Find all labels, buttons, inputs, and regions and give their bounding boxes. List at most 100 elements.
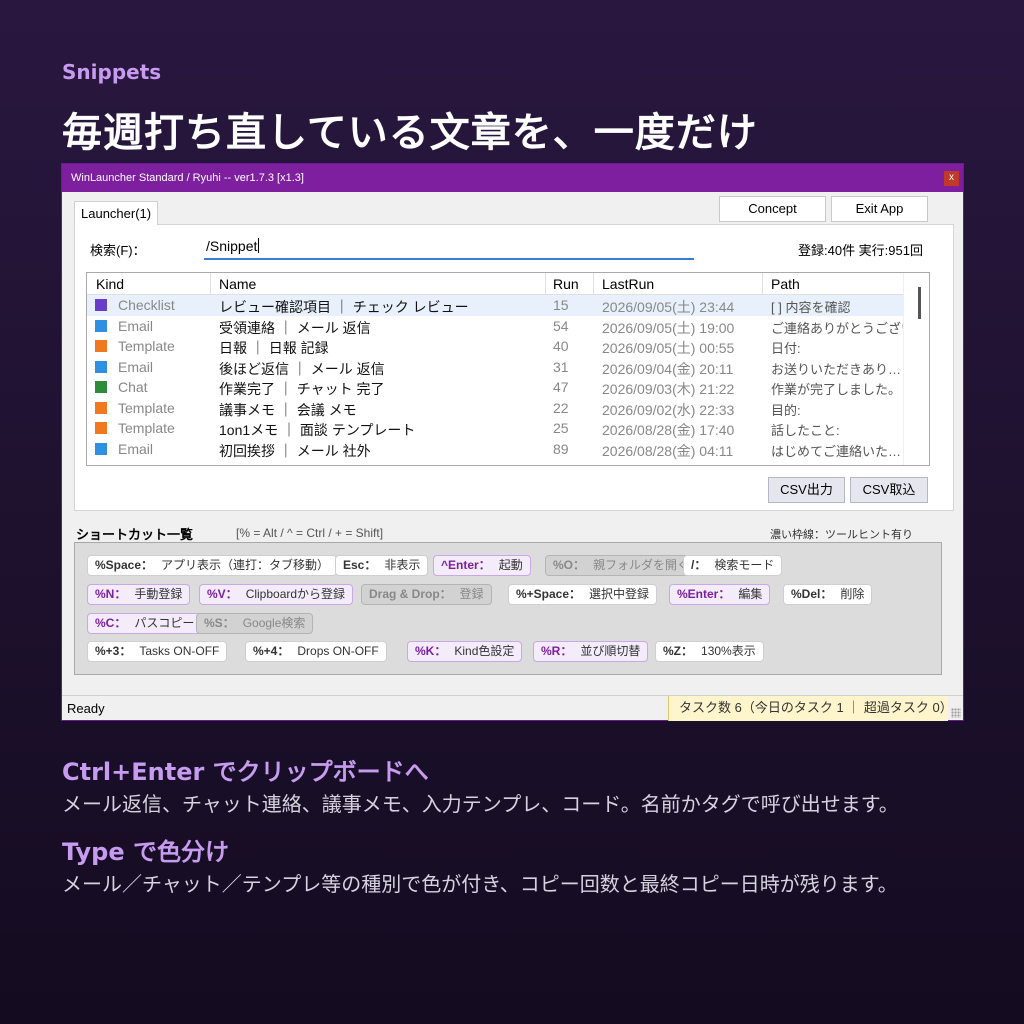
window-title: WinLauncher Standard / Ryuhi -- ver1.7.3… — [71, 172, 304, 184]
shortcuts-legend: [% = Alt / ^ = Ctrl / + = Shift] — [236, 526, 384, 540]
resize-grip-icon[interactable] — [951, 708, 961, 718]
shortcut-chip[interactable]: %K： Kind色設定 — [407, 641, 523, 662]
cell-lastrun: 2026/09/05(土) 19:00 — [602, 319, 735, 336]
cell-run: 54 — [553, 317, 569, 334]
shortcut-chip[interactable]: %Enter： 編集 — [669, 584, 771, 605]
csv-import-button[interactable]: CSV取込 — [850, 477, 928, 503]
shortcut-key: %O： — [553, 558, 586, 572]
shortcut-chip[interactable]: %Space： アプリ表示（連打：タブ移動） — [87, 555, 338, 576]
shortcut-description: Clipboardから登録 — [245, 587, 346, 601]
shortcut-chip[interactable]: %R： 並び順切替 — [533, 641, 649, 662]
shortcut-chip[interactable]: %Del： 削除 — [783, 584, 873, 605]
shortcut-chip[interactable]: %+4： Drops ON-OFF — [245, 641, 387, 662]
headline: 毎週打ち直している文章を、一度だけ — [62, 110, 758, 156]
shortcut-key: %+4： — [253, 644, 290, 658]
cell-run: 31 — [553, 358, 569, 375]
kind-color-swatch — [95, 422, 107, 434]
cell-kind: Email — [118, 440, 154, 457]
shortcut-description: Google検索 — [242, 616, 306, 630]
column-name[interactable]: Name — [219, 276, 256, 292]
table-row[interactable]: Template 議事メモ ｜ 会議 メモ 22 2026/09/02(水) 22:3… — [87, 398, 904, 419]
shortcut-chip[interactable]: %V： Clipboardから登録 — [199, 584, 354, 605]
task-status[interactable]: タスク数 6（今日のタスク 1 ｜ 超過タスク 0） — [668, 696, 953, 721]
cell-path: ご連絡ありがとうございま — [771, 320, 903, 336]
table-row[interactable]: Email 受領連絡 ｜ メール 返信 54 2026/09/05(土) 19:00 ご… — [87, 316, 904, 337]
shortcut-chip[interactable]: Esc： 非表示 — [335, 555, 429, 576]
kind-color-swatch — [95, 401, 107, 414]
shortcut-description: 並び順切替 — [580, 644, 641, 658]
cell-run: 89 — [553, 440, 569, 457]
cell-path: 目的: — [771, 402, 801, 418]
snippet-list[interactable]: Kind Name Run LastRun Path Checklist レビュー… — [86, 272, 930, 466]
shortcut-chip[interactable]: %N： 手動登録 — [87, 584, 191, 605]
search-input[interactable]: /Snippet — [204, 234, 694, 260]
scrollbar[interactable] — [903, 273, 929, 465]
csv-export-button[interactable]: CSV出力 — [768, 477, 845, 503]
title-bar[interactable]: WinLauncher Standard / Ryuhi -- ver1.7.3… — [62, 164, 963, 192]
cell-name: レビュー確認項目 ｜ チェック レビュー — [219, 299, 469, 315]
table-row[interactable]: Email 後ほど返信 ｜ メール 返信 31 2026/09/04(金) 20:11… — [87, 357, 904, 378]
shortcut-chip[interactable]: %O： 親フォルダを開く — [545, 555, 698, 576]
shortcut-description: 起動 — [498, 558, 523, 572]
cell-run: 25 — [553, 420, 569, 436]
cell-run: 40 — [553, 338, 569, 354]
shortcut-chip[interactable]: %+Space： 選択中登録 — [508, 584, 658, 605]
shortcut-description: Drops ON-OFF — [297, 644, 379, 658]
section2-description: メール／チャット／テンプレ等の種別で色が付き、コピー回数と最終コピー日時が残りま… — [62, 872, 898, 896]
shortcut-chip[interactable]: %+3： Tasks ON-OFF — [87, 641, 228, 662]
shortcut-chip[interactable]: %C： パスコピー — [87, 613, 203, 634]
table-row[interactable]: Template 日報 ｜ 日報 記録 40 2026/09/05(土) 00:55 日… — [87, 336, 904, 357]
shortcut-key: %Del： — [791, 587, 833, 601]
shortcut-description: Tasks ON-OFF — [139, 644, 220, 658]
shortcuts-title: ショートカット一覧 — [76, 527, 194, 542]
stats-label: 登録:40件 実行:951回 — [798, 243, 923, 258]
cell-lastrun: 2026/09/03(木) 21:22 — [602, 381, 735, 397]
shortcut-description: 選択中登録 — [589, 587, 650, 601]
shortcuts-hint: 濃い枠線：ツールヒント有り — [770, 529, 913, 541]
cell-lastrun: 2026/08/28(金) 04:11 — [602, 442, 734, 459]
shortcut-key: Drag & Drop： — [369, 587, 452, 601]
tab-launcher[interactable]: Launcher(1) — [74, 201, 159, 225]
exit-app-button[interactable]: Exit App — [831, 196, 928, 222]
table-row[interactable]: Email 初回挨拶 ｜ メール 社外 89 2026/08/28(金) 04:11 は… — [87, 439, 904, 460]
kind-color-swatch — [95, 442, 107, 455]
kind-color-swatch — [95, 299, 107, 311]
cell-run: 22 — [553, 399, 569, 416]
shortcut-chip[interactable]: Drag & Drop： 登録 — [361, 584, 492, 605]
shortcut-description: 編集 — [738, 587, 763, 601]
shortcut-description: パスコピー — [134, 616, 195, 630]
shortcut-chip[interactable]: %S： Google検索 — [196, 613, 314, 634]
column-lastrun[interactable]: LastRun — [602, 276, 654, 292]
shortcut-key: %Enter： — [677, 587, 731, 601]
cell-path: お送りいただきあり… — [771, 361, 902, 377]
shortcut-description: 非表示 — [384, 558, 421, 572]
shortcut-key: %Space： — [95, 558, 154, 572]
shortcut-chip[interactable]: %Z： 130%表示 — [655, 641, 764, 662]
cell-kind: Checklist — [118, 297, 175, 313]
table-row[interactable]: Template 1on1メモ ｜ 面談 テンプレート 25 2026/08/28(金… — [87, 418, 904, 439]
scrollbar-thumb[interactable] — [918, 287, 921, 319]
shortcut-key: %N： — [95, 587, 127, 601]
cell-lastrun: 2026/09/05(土) 00:55 — [602, 340, 735, 356]
shortcut-key: Esc： — [343, 558, 377, 572]
concept-button[interactable]: Concept — [719, 196, 826, 222]
table-row[interactable]: Checklist レビュー確認項目 ｜ チェック レビュー 15 2026/09/0… — [87, 295, 904, 316]
close-icon[interactable]: x — [944, 171, 959, 186]
column-run[interactable]: Run — [553, 276, 579, 292]
shortcut-key: %S： — [204, 616, 235, 630]
shortcut-chip[interactable]: ^Enter： 起動 — [433, 555, 531, 576]
shortcut-key: %V： — [207, 587, 238, 601]
table-row[interactable]: Chat 作業完了 ｜ チャット 完了 47 2026/09/03(木) 21:22 作… — [87, 377, 904, 398]
kind-color-swatch — [95, 381, 107, 393]
text-caret — [258, 238, 260, 253]
cell-kind: Email — [118, 358, 154, 375]
cell-path: 作業が完了しました。 — [771, 382, 902, 397]
kind-color-swatch — [95, 340, 107, 352]
status-bar: Ready タスク数 6（今日のタスク 1 ｜ 超過タスク 0） — [62, 695, 963, 721]
shortcut-chip[interactable]: /： 検索モード — [683, 555, 783, 576]
column-kind[interactable]: Kind — [96, 276, 124, 292]
cell-lastrun: 2026/09/04(金) 20:11 — [602, 360, 734, 377]
shortcut-key: %+3： — [95, 644, 132, 658]
column-path[interactable]: Path — [771, 276, 800, 292]
status-text: Ready — [67, 701, 105, 716]
